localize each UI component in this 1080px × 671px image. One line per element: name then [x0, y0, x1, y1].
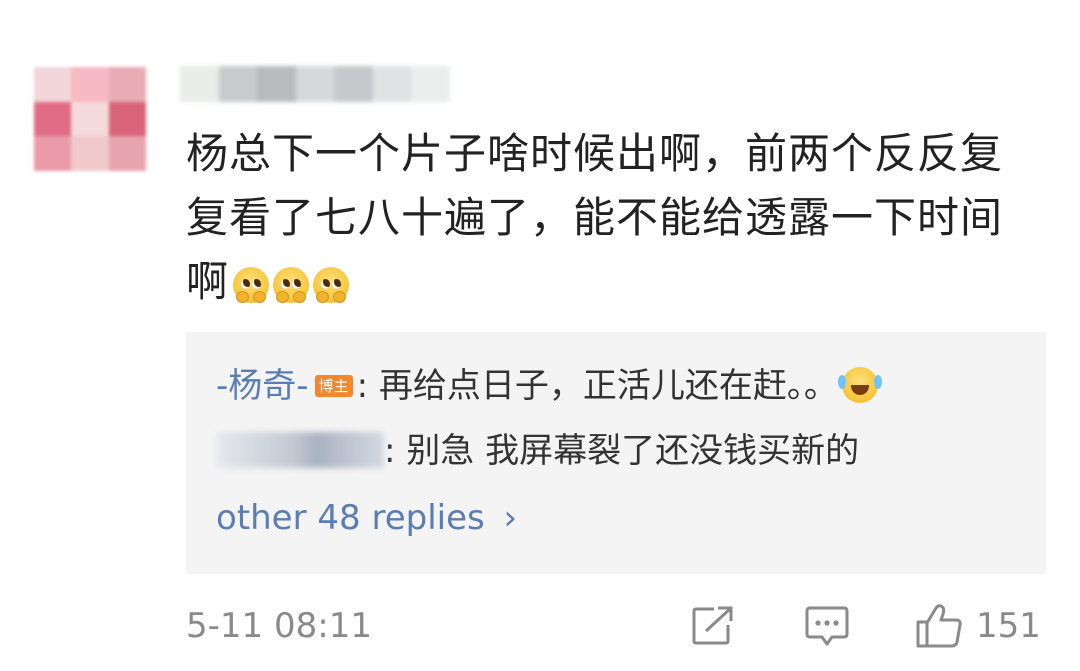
pleading-face-icon [313, 266, 350, 303]
username-blurred[interactable] [180, 66, 451, 102]
avatar[interactable] [34, 67, 146, 171]
reply-author-blurred[interactable] [216, 431, 384, 468]
chevron-right-icon: › [503, 498, 518, 538]
thumbs-up-icon [916, 604, 962, 648]
comment-text: 杨总下一个片子啥时候出啊，前两个反反复 复看了七八十遍了，能不能给透露一下时间 … [186, 122, 1046, 314]
reply-text: : 别急 我屏幕裂了还没钱买新的 [384, 431, 860, 471]
reply-text: : 再给点日子，正活儿还在赶。。 [356, 366, 838, 406]
laughing-crying-icon [837, 366, 878, 403]
replies-panel: -杨奇- 博主: 再给点日子，正活儿还在赶。。 : 别急 我屏幕裂了还没钱买新的 … [186, 332, 1046, 574]
share-button[interactable] [690, 602, 734, 650]
timestamp: 5-11 08:11 [186, 606, 372, 646]
reply-item[interactable]: -杨奇- 博主: 再给点日子，正活儿还在赶。。 [216, 364, 878, 409]
share-icon [692, 606, 733, 645]
reply-item[interactable]: : 别急 我屏幕裂了还没钱买新的 [216, 429, 859, 474]
author-badge: 博主 [314, 374, 353, 397]
more-replies-label: other 48 replies [216, 498, 485, 538]
comment-line: 啊 [186, 257, 230, 306]
more-replies-link[interactable]: other 48 replies › [216, 496, 517, 540]
pleading-face-icon [273, 266, 310, 303]
emoji-group [233, 266, 350, 303]
comment-icon [805, 606, 849, 646]
reply-author[interactable]: -杨奇- [216, 366, 309, 406]
like-count: 151 [976, 606, 1041, 646]
like-button[interactable]: 151 [914, 602, 1041, 650]
comment-button[interactable] [804, 602, 850, 650]
pleading-face-icon [233, 266, 270, 303]
comment-line: 复看了七八十遍了，能不能给透露一下时间 [186, 193, 1004, 242]
comment-line: 杨总下一个片子啥时候出啊，前两个反反复 [186, 129, 1004, 178]
